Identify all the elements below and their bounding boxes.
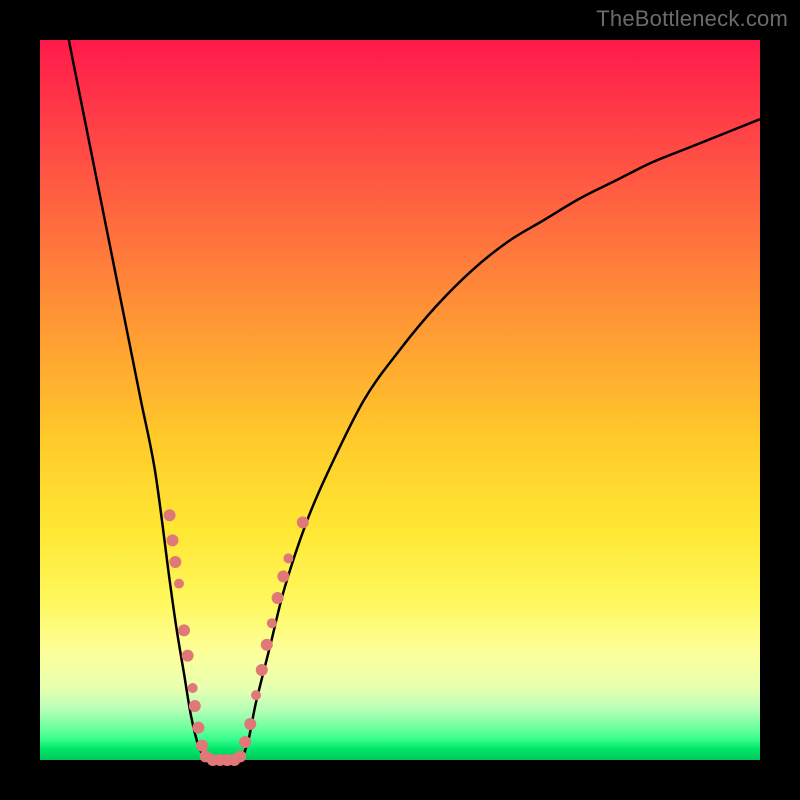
data-point-marker (234, 750, 246, 762)
data-point-marker (189, 700, 201, 712)
markers-group (164, 509, 309, 766)
data-point-marker (283, 553, 293, 563)
data-point-marker (164, 509, 176, 521)
curve-right (242, 119, 760, 760)
data-point-marker (174, 579, 184, 589)
data-point-marker (239, 736, 251, 748)
watermark-text: TheBottleneck.com (596, 6, 788, 32)
chart-svg (40, 40, 760, 760)
data-point-marker (261, 639, 273, 651)
chart-frame: TheBottleneck.com (0, 0, 800, 800)
data-point-marker (182, 650, 194, 662)
data-point-marker (188, 683, 198, 693)
data-point-marker (196, 740, 208, 752)
curve-group (69, 40, 760, 760)
data-point-marker (277, 570, 289, 582)
plot-area (40, 40, 760, 760)
data-point-marker (272, 592, 284, 604)
data-point-marker (267, 618, 277, 628)
data-point-marker (297, 516, 309, 528)
data-point-marker (192, 722, 204, 734)
data-point-marker (166, 534, 178, 546)
data-point-marker (178, 624, 190, 636)
data-point-marker (256, 664, 268, 676)
data-point-marker (251, 690, 261, 700)
data-point-marker (244, 718, 256, 730)
data-point-marker (169, 556, 181, 568)
